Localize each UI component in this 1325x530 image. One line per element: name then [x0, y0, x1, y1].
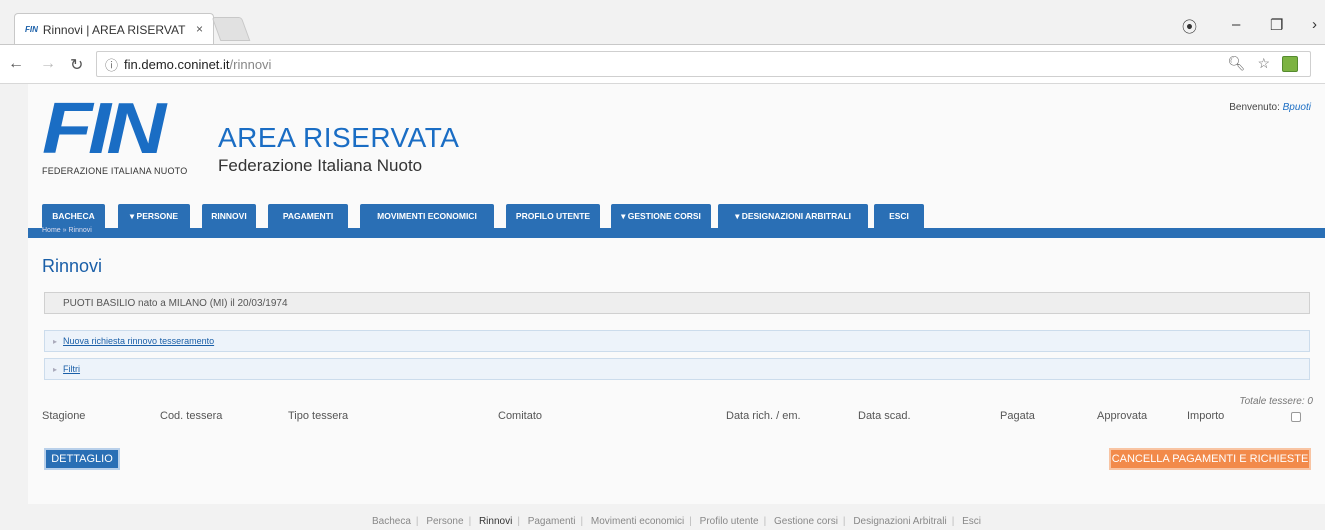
- browser-tabbar: FIN Rinnovi | AREA RISERVAT × ⦿ – ❐ ›: [0, 0, 1325, 45]
- col-approvata[interactable]: Approvata: [1097, 410, 1147, 422]
- web-page: FIN FEDERAZIONE ITALIANA NUOTO AREA RISE…: [28, 84, 1325, 530]
- footer-link-gestione-corsi[interactable]: Gestione corsi: [774, 516, 838, 527]
- panel-filtri[interactable]: ▸ Filtri: [44, 358, 1310, 380]
- filtri-link[interactable]: Filtri: [63, 364, 80, 374]
- tab-rinnovi[interactable]: RINNOVI: [202, 204, 256, 228]
- expand-caret-icon: ▸: [53, 364, 58, 374]
- close-window-icon[interactable]: ›: [1312, 16, 1317, 33]
- panel-nuova-richiesta[interactable]: ▸ Nuova richiesta rinnovo tesseramento: [44, 330, 1310, 352]
- tab-title: Rinnovi | AREA RISERVAT: [42, 22, 186, 37]
- footer-links: Bacheca | Persone | Rinnovi | Pagamenti | Mo…: [372, 516, 981, 527]
- page-title: Rinnovi: [42, 256, 103, 276]
- reload-icon[interactable]: ↻: [70, 55, 83, 75]
- bookmark-star-icon[interactable]: ☆: [1257, 55, 1270, 72]
- tab-gestione-corsi[interactable]: ▾ GESTIONE CORSI: [611, 204, 711, 228]
- forward-arrow-icon[interactable]: →: [40, 55, 56, 73]
- col-tipo-tessera[interactable]: Tipo tessera: [288, 410, 348, 422]
- fin-favicon-icon: FIN: [25, 25, 38, 34]
- dettaglio-button[interactable]: DETTAGLIO: [44, 448, 120, 470]
- tab-esci[interactable]: ESCI: [874, 204, 924, 228]
- welcome-user[interactable]: Bpuoti: [1283, 102, 1311, 113]
- col-pagata[interactable]: Pagata: [1000, 410, 1035, 422]
- zoom-icon[interactable]: 🔍︎: [1228, 55, 1246, 72]
- tab-pagamenti[interactable]: PAGAMENTI: [268, 204, 348, 228]
- footer-link-movimenti[interactable]: Movimenti economici: [591, 516, 684, 527]
- tab-profilo-utente[interactable]: PROFILO UTENTE: [506, 204, 600, 228]
- url-host: fin.demo.coninet.it: [124, 56, 230, 72]
- profile-icon[interactable]: ⦿: [1182, 16, 1197, 37]
- footer-link-bacheca[interactable]: Bacheca: [372, 516, 411, 527]
- footer-link-esci[interactable]: Esci: [962, 516, 981, 527]
- org-name: Federazione Italiana Nuoto: [218, 156, 423, 175]
- cancella-pagamenti-button[interactable]: CANCELLA PAGAMENTI E RICHIESTE: [1109, 448, 1311, 470]
- extension-icon[interactable]: [1282, 55, 1298, 72]
- col-importo[interactable]: Importo: [1187, 410, 1224, 422]
- info-icon[interactable]: ⓘ: [105, 55, 118, 74]
- col-data-scad[interactable]: Data scad.: [858, 410, 911, 422]
- url-path: /rinnovi: [229, 56, 272, 72]
- new-tab-button[interactable]: [211, 17, 251, 41]
- back-arrow-icon[interactable]: ←: [8, 55, 24, 73]
- welcome-label: Benvenuto:: [1229, 102, 1280, 113]
- tab-designazioni-arbitrali[interactable]: ▾ DESIGNAZIONI ARBITRALI: [718, 204, 868, 228]
- browser-tab[interactable]: FIN Rinnovi | AREA RISERVAT ×: [14, 13, 214, 45]
- welcome-text: Benvenuto: Bpuoti: [1229, 102, 1311, 113]
- page-content: FIN FEDERAZIONE ITALIANA NUOTO AREA RISE…: [28, 84, 1325, 504]
- close-tab-icon[interactable]: ×: [196, 22, 203, 36]
- select-all-checkbox[interactable]: [1291, 412, 1301, 422]
- table-header: Stagione Cod. tessera Tipo tessera Comit…: [42, 410, 1312, 428]
- nuova-richiesta-link[interactable]: Nuova richiesta rinnovo tesseramento: [63, 336, 214, 346]
- logo-text: FIN: [42, 89, 166, 169]
- breadcrumb[interactable]: Home » Rinnovi: [42, 227, 92, 234]
- footer-link-persone[interactable]: Persone: [426, 516, 463, 527]
- restore-icon[interactable]: ❐: [1270, 16, 1283, 34]
- col-cod-tessera[interactable]: Cod. tessera: [160, 410, 222, 422]
- footer-link-pagamenti[interactable]: Pagamenti: [528, 516, 576, 527]
- col-data-rich[interactable]: Data rich. / em.: [726, 410, 801, 422]
- col-comitato[interactable]: Comitato: [498, 410, 542, 422]
- browser-toolbar: ← → ↻ ⓘ fin.demo.coninet.it /rinnovi 🔍︎ …: [0, 44, 1325, 84]
- nav-strip: [28, 228, 1325, 238]
- address-bar[interactable]: ⓘ fin.demo.coninet.it /rinnovi 🔍︎ ☆: [96, 51, 1311, 77]
- fin-logo[interactable]: FIN FEDERAZIONE ITALIANA NUOTO: [42, 93, 187, 176]
- person-info: PUOTI BASILIO nato a MILANO (MI) il 20/0…: [44, 292, 1310, 314]
- footer-link-designazioni[interactable]: Designazioni Arbitrali: [853, 516, 946, 527]
- tab-bacheca[interactable]: BACHECA: [42, 204, 105, 228]
- area-title: AREA RISERVATA: [218, 122, 460, 153]
- col-stagione[interactable]: Stagione: [42, 410, 85, 422]
- minimize-icon[interactable]: –: [1232, 16, 1240, 33]
- tab-persone[interactable]: ▾ PERSONE: [118, 204, 190, 228]
- tab-movimenti-economici[interactable]: MOVIMENTI ECONOMICI: [360, 204, 494, 228]
- main-nav: BACHECA ▾ PERSONE RINNOVI PAGAMENTI MOVI…: [28, 204, 1325, 238]
- footer-link-rinnovi[interactable]: Rinnovi: [479, 516, 512, 527]
- totale-tessere: Totale tessere: 0: [1239, 396, 1313, 407]
- footer-link-profilo[interactable]: Profilo utente: [700, 516, 759, 527]
- expand-caret-icon: ▸: [53, 336, 58, 346]
